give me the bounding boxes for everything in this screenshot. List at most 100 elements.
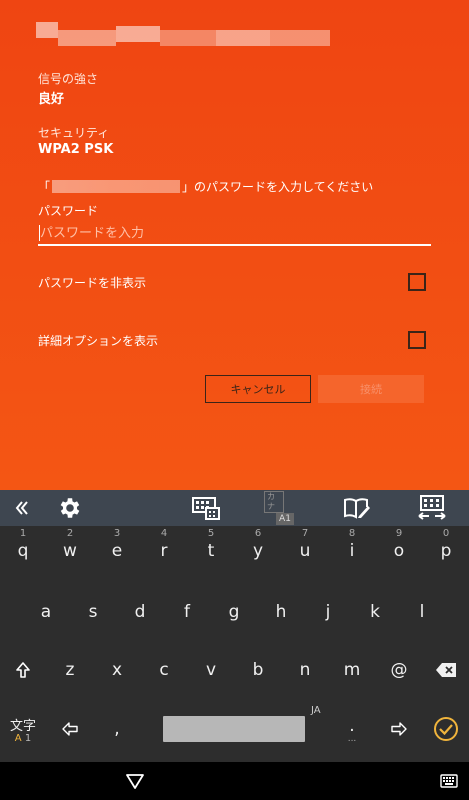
gear-icon[interactable]	[55, 494, 85, 522]
signal-strength-value: 良好	[38, 92, 65, 107]
arrow-left-icon	[62, 722, 78, 736]
split-keyboard-icon[interactable]	[416, 494, 448, 522]
security-value: WPA2 PSK	[38, 142, 114, 157]
password-label: パスワード	[38, 204, 99, 218]
key-h[interactable]: h	[258, 587, 304, 637]
checkmark-icon	[434, 717, 458, 741]
software-keyboard: カナ A1 1q 2w 3e 4r 5t 6y 7u 8i 9o 0p a s …	[0, 490, 469, 762]
key-e[interactable]: 3e	[94, 526, 140, 576]
key-g[interactable]: g	[211, 587, 257, 637]
period-more: ...	[347, 734, 357, 744]
key-w-number: 2	[66, 528, 74, 539]
password-prompt: 「 」のパスワードを入力してください	[38, 178, 373, 195]
back-triangle-icon[interactable]	[125, 772, 145, 790]
keyboard-layout-icon[interactable]	[192, 494, 220, 522]
prompt-network-name-redacted	[52, 180, 181, 193]
key-c[interactable]: c	[141, 645, 187, 695]
collapse-toolbar-icon[interactable]	[8, 494, 36, 522]
key-d[interactable]: d	[117, 587, 163, 637]
advanced-options-row[interactable]: 詳細オプションを表示	[38, 329, 426, 351]
key-j[interactable]: j	[305, 587, 351, 637]
key-q-number: 1	[19, 528, 27, 539]
key-k[interactable]: k	[352, 587, 398, 637]
backspace-key[interactable]	[423, 645, 469, 695]
key-w[interactable]: 2w	[47, 526, 93, 576]
key-r-label: r	[160, 541, 168, 561]
input-mode-label: 文字	[9, 718, 36, 734]
input-mode-key[interactable]: 文字 A 1	[0, 704, 46, 754]
key-t[interactable]: 5t	[188, 526, 234, 576]
key-u-label: u	[299, 541, 311, 561]
password-input[interactable]	[38, 222, 431, 246]
key-l[interactable]: l	[399, 587, 445, 637]
kana-label: カナ	[264, 491, 284, 513]
arrow-right-icon	[391, 722, 407, 736]
key-t-label: t	[207, 541, 215, 561]
input-mode-num: 1	[24, 732, 32, 744]
key-p-label: p	[440, 541, 452, 561]
key-p[interactable]: 0p	[423, 526, 469, 576]
key-i-number: 8	[348, 528, 356, 539]
advanced-options-label: 詳細オプションを表示	[38, 333, 159, 348]
key-t-number: 5	[207, 528, 215, 539]
security-label: セキュリティ	[38, 126, 110, 140]
hide-password-row[interactable]: パスワードを非表示	[38, 271, 426, 293]
cancel-button[interactable]: キャンセル	[205, 375, 311, 403]
navigation-bar	[0, 762, 469, 800]
key-y-label: y	[252, 541, 264, 561]
input-mode-alpha: A	[14, 732, 22, 744]
advanced-options-checkbox[interactable]	[408, 331, 426, 349]
key-a[interactable]: a	[23, 587, 69, 637]
shift-key[interactable]	[0, 645, 46, 695]
space-key[interactable]	[163, 716, 305, 742]
key-f[interactable]: f	[164, 587, 210, 637]
alnum-label: A1	[276, 513, 294, 525]
dictionary-edit-icon[interactable]	[342, 494, 372, 522]
key-v[interactable]: v	[188, 645, 234, 695]
key-p-number: 0	[442, 528, 450, 539]
shift-icon	[16, 662, 30, 678]
text-cursor	[39, 225, 40, 241]
key-b[interactable]: b	[235, 645, 281, 695]
key-u[interactable]: 7u	[282, 526, 328, 576]
network-name-redacted	[36, 18, 331, 50]
prompt-open-quote: 「	[38, 180, 51, 194]
key-q-label: q	[17, 541, 29, 561]
key-q[interactable]: 1q	[0, 526, 46, 576]
signal-strength-label: 信号の強さ	[38, 72, 99, 86]
key-o[interactable]: 9o	[376, 526, 422, 576]
keyboard-toolbar: カナ A1	[0, 490, 469, 526]
hide-password-checkbox[interactable]	[408, 273, 426, 291]
key-e-label: e	[111, 541, 123, 561]
keyboard-switch-icon[interactable]	[440, 773, 458, 789]
key-z[interactable]: z	[47, 645, 93, 695]
wifi-password-dialog: 信号の強さ 良好 セキュリティ WPA2 PSK 「 」のパスワードを入力してく…	[0, 0, 469, 490]
backspace-icon	[436, 663, 456, 677]
period-key[interactable]: . ...	[329, 704, 375, 754]
enter-key[interactable]	[423, 704, 469, 754]
key-u-number: 7	[301, 528, 309, 539]
key-o-label: o	[393, 541, 405, 561]
key-y-number: 6	[254, 528, 262, 539]
key-m[interactable]: m	[329, 645, 375, 695]
key-r[interactable]: 4r	[141, 526, 187, 576]
key-at[interactable]: @	[376, 645, 422, 695]
kana-alnum-toggle[interactable]: カナ A1	[264, 491, 296, 525]
cursor-left-key[interactable]	[47, 704, 93, 754]
key-n[interactable]: n	[282, 645, 328, 695]
key-r-number: 4	[160, 528, 168, 539]
key-y[interactable]: 6y	[235, 526, 281, 576]
connect-button[interactable]: 接続	[318, 375, 424, 403]
key-s[interactable]: s	[70, 587, 116, 637]
cursor-right-key[interactable]	[376, 704, 422, 754]
key-i-label: i	[349, 541, 355, 561]
key-w-label: w	[63, 541, 77, 561]
period-label: .	[349, 716, 355, 736]
key-x[interactable]: x	[94, 645, 140, 695]
comma-key[interactable]: ,	[94, 704, 140, 754]
hide-password-label: パスワードを非表示	[38, 275, 147, 290]
language-indicator: JA	[311, 705, 321, 716]
key-o-number: 9	[395, 528, 403, 539]
key-i[interactable]: 8i	[329, 526, 375, 576]
prompt-text: 」のパスワードを入力してください	[182, 180, 374, 194]
